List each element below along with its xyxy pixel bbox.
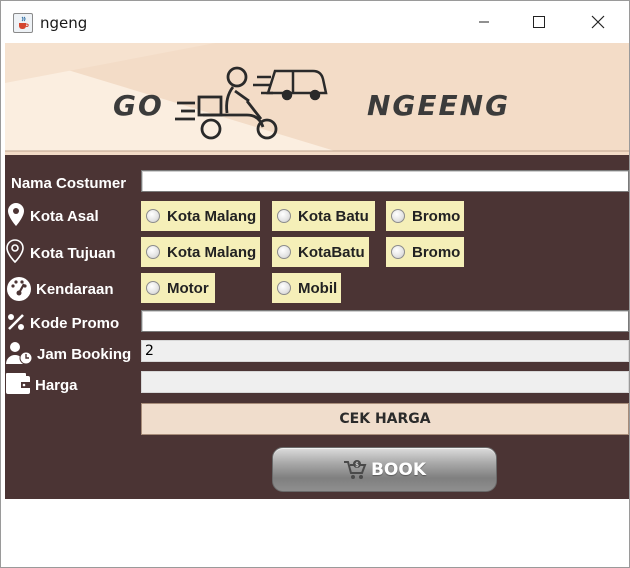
radio-circle[interactable] [277,281,291,295]
location-pin-outline-icon [4,238,26,264]
maximize-button[interactable] [516,1,562,43]
speedometer-icon [5,275,33,303]
kota-tujuan-label: Kota Tujuan [30,245,116,262]
banner-ngeeng-text: NGEENG [367,89,511,122]
radio-circle[interactable] [391,245,405,259]
close-button[interactable] [575,1,621,43]
nama-costumer-input[interactable] [141,170,629,192]
asal-bromo-radio[interactable]: Bromo [386,201,464,231]
app-window: ngeng GO NGEENG Nama Costumer Kota Asal … [0,0,630,568]
radio-label: Motor [167,279,209,297]
radio-circle[interactable] [277,209,291,223]
harga-field[interactable] [141,371,629,393]
kode-promo-input[interactable] [141,310,629,332]
maximize-icon [533,16,545,28]
book-button-label: BOOK [370,459,427,480]
tujuan-bromo-radio[interactable]: Bromo [386,237,464,267]
cek-harga-button[interactable]: CEK HARGA [141,403,629,435]
radio-label: Bromo [412,243,461,261]
title-bar: ngeng [1,1,629,43]
radio-label: Kota Malang [167,207,257,225]
percent-icon [6,312,26,332]
kota-asal-label: Kota Asal [30,208,99,225]
window-title: ngeng [40,14,88,32]
bottom-area [5,499,629,567]
radio-circle[interactable] [146,245,160,259]
close-icon [591,15,605,29]
kendaraan-mobil-radio[interactable]: Mobil [272,273,341,303]
scooter-delivery-icon [175,66,328,140]
kode-promo-label: Kode Promo [30,315,120,332]
radio-circle[interactable] [391,209,405,223]
jam-booking-field[interactable] [141,340,629,362]
harga-label: Harga [35,377,78,394]
book-button[interactable]: $ BOOK [272,447,497,492]
radio-label: Kota Batu [298,207,369,225]
asal-kota-batu-radio[interactable]: Kota Batu [272,201,375,231]
tujuan-kota-malang-radio[interactable]: Kota Malang [141,237,260,267]
wallet-icon [5,372,31,396]
asal-kota-malang-radio[interactable]: Kota Malang [141,201,260,231]
user-clock-icon [5,341,33,365]
radio-label: Kota Malang [167,243,257,261]
minimize-icon [479,21,489,23]
banner-go-text: GO [113,89,164,122]
svg-text:$: $ [355,461,359,468]
jam-booking-label: Jam Booking [37,346,132,363]
radio-circle[interactable] [146,209,160,223]
kendaraan-label: Kendaraan [36,281,114,298]
banner: GO NGEENG [5,43,629,155]
radio-circle[interactable] [146,281,160,295]
radio-circle[interactable] [277,245,291,259]
nama-costumer-label: Nama Costumer [11,175,127,192]
location-pin-icon [6,202,26,228]
cart-icon: $ [343,459,367,479]
java-cup-icon [13,13,33,33]
minimize-button[interactable] [461,1,507,43]
radio-label: Bromo [412,207,461,225]
radio-label: KotaBatu [298,243,365,261]
radio-label: Mobil [298,279,338,297]
tujuan-kotabatu-radio[interactable]: KotaBatu [272,237,369,267]
kendaraan-motor-radio[interactable]: Motor [141,273,215,303]
